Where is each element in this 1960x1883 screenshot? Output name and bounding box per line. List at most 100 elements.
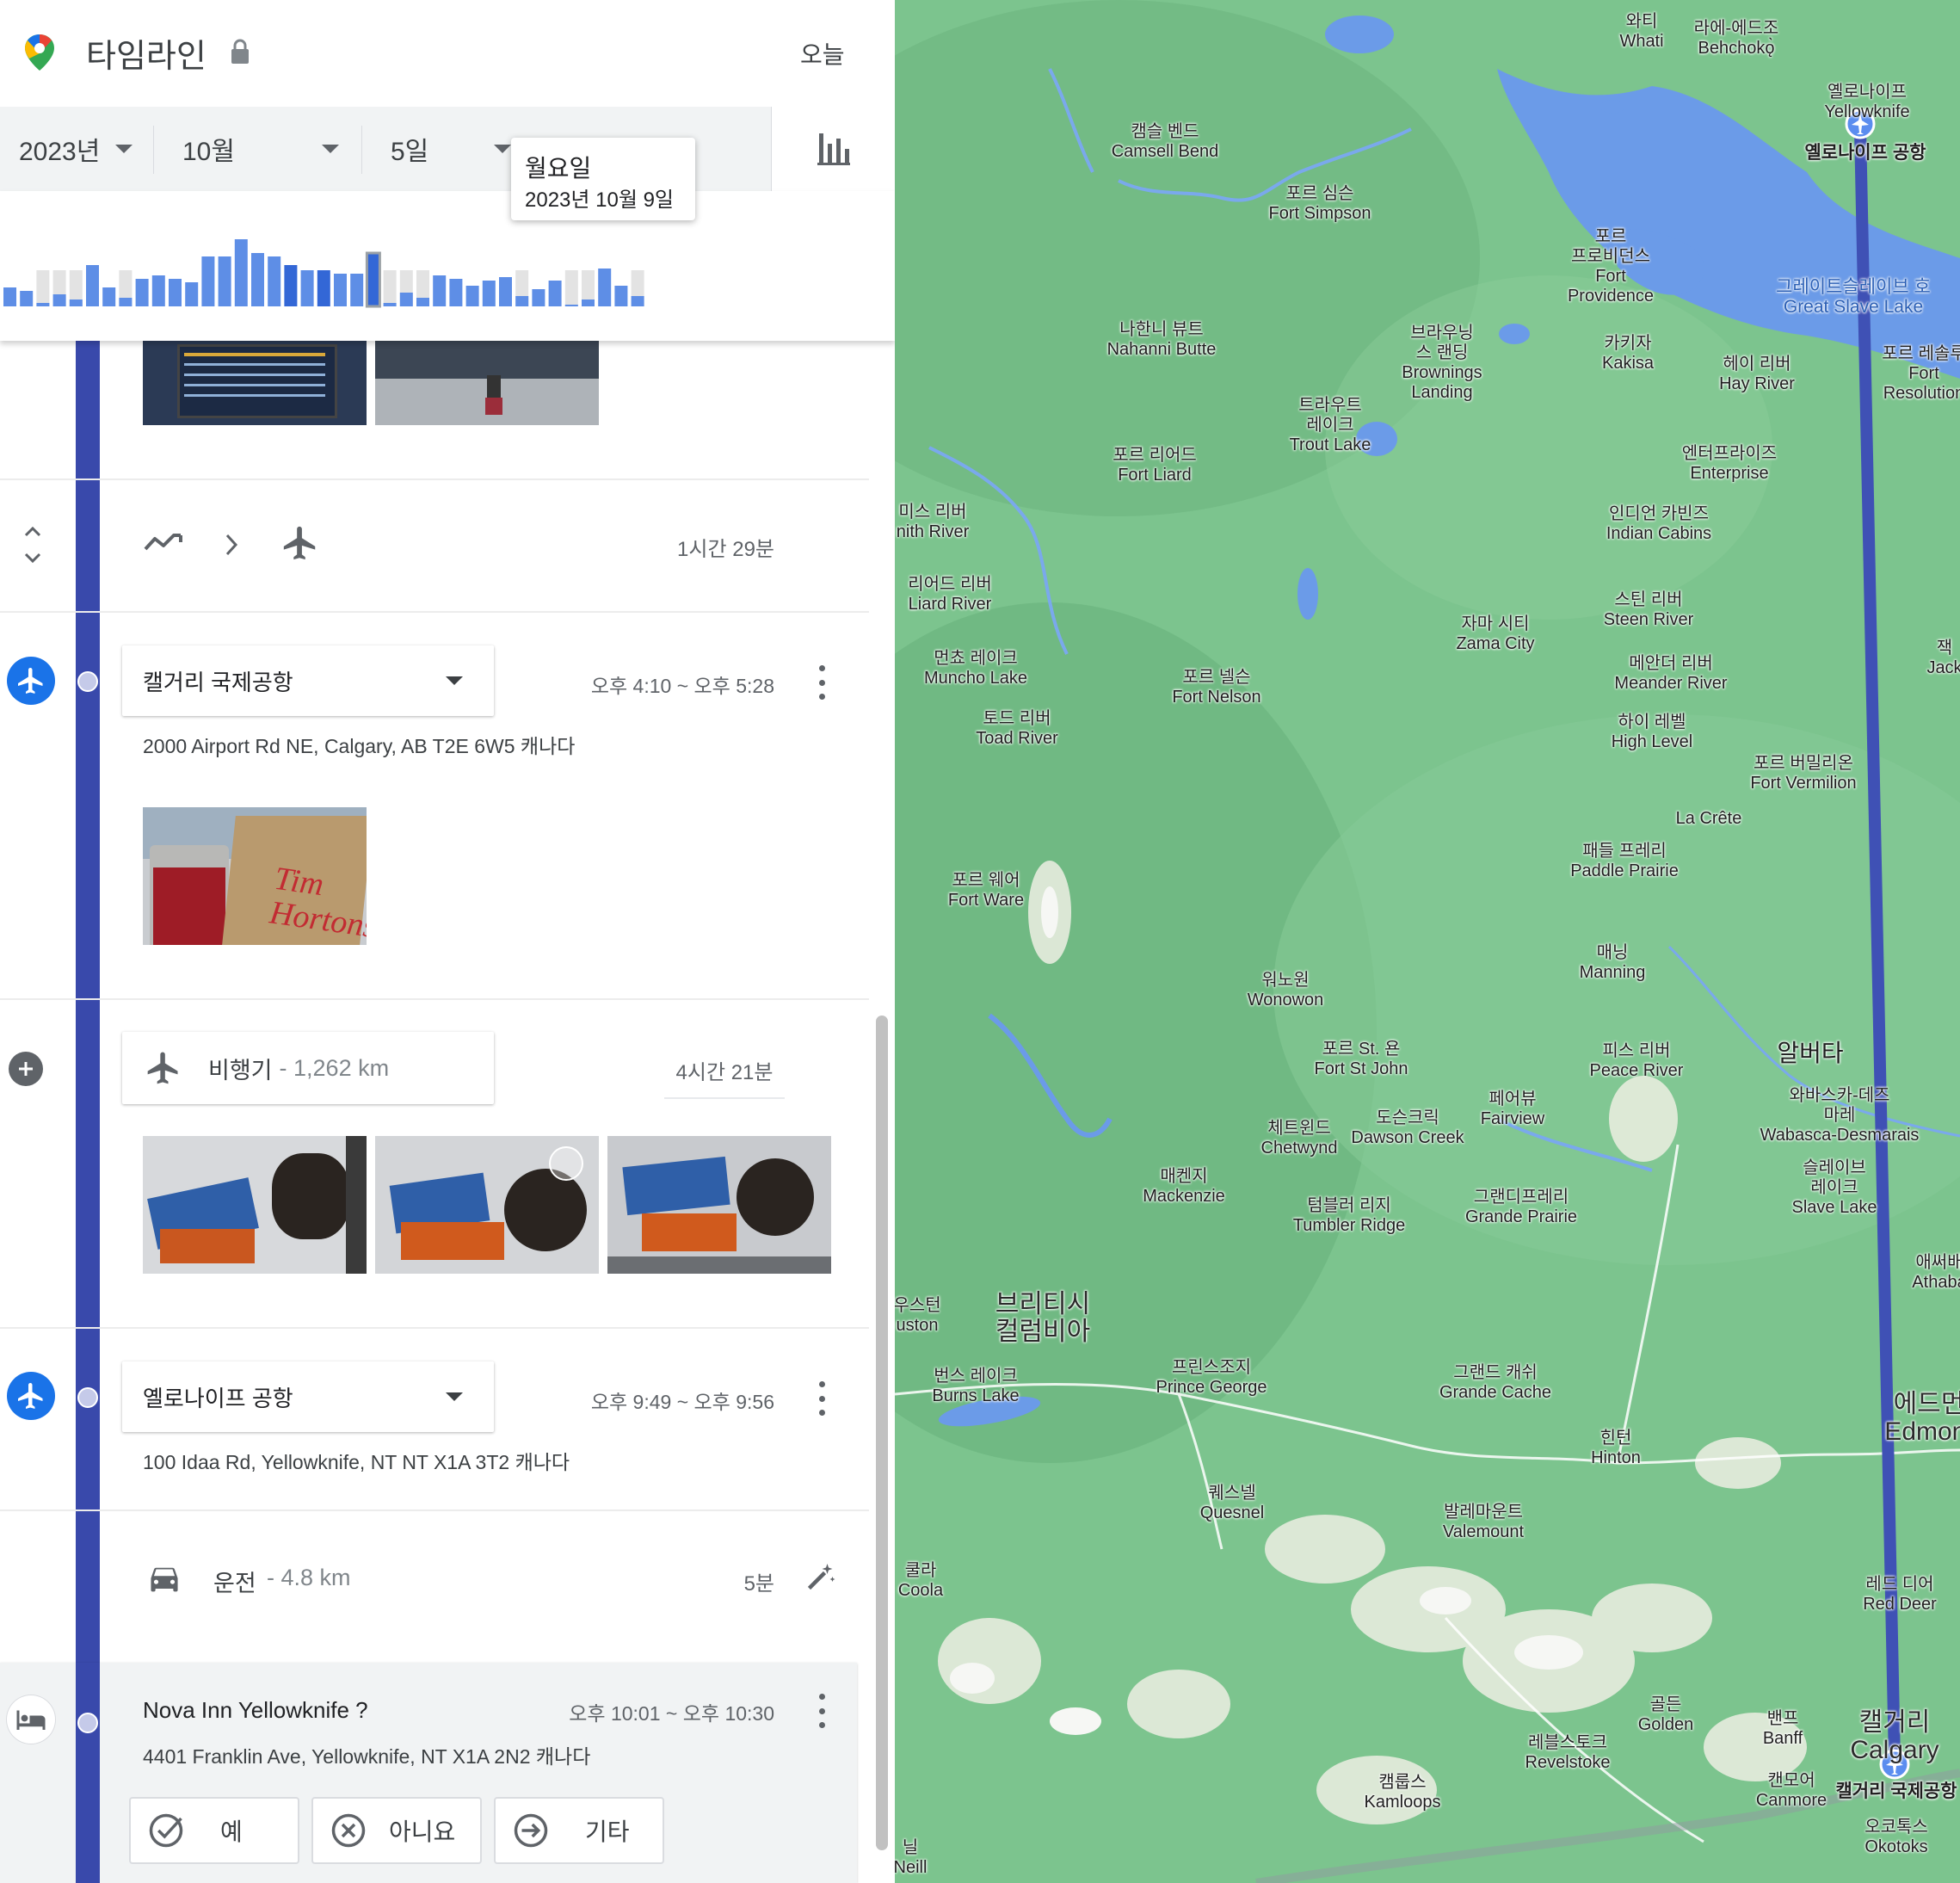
activity-selector-flight[interactable]: 비행기 - 1,262 km [122, 1032, 494, 1104]
expand-collapse-icon[interactable] [22, 523, 43, 566]
histogram-chart [3, 239, 644, 308]
map-label-text: 미스 리버 nith River [896, 503, 970, 541]
transition-duration: 1시간 29분 [677, 538, 774, 561]
confirm-no-button[interactable]: 아니요 [311, 1797, 482, 1864]
histogram-bar[interactable] [317, 270, 330, 306]
map-label-fort-vermilion: 포르 버밀리온 Fort Vermilion [1750, 754, 1856, 793]
map-label-bella-coola: 쿨라 Coola [898, 1561, 943, 1601]
histogram-bar[interactable] [416, 298, 429, 306]
tooltip-weekday: 월요일 [525, 155, 592, 182]
place-selector-calgary[interactable]: 캘거리 국제공항 [122, 645, 494, 716]
map-label-text: 캠슬 벤드 Camsell Bend [1111, 122, 1219, 161]
histogram-bar[interactable] [582, 299, 595, 306]
map-label-text: 스틴 리버 Steen River [1603, 590, 1694, 629]
histogram-bar[interactable] [383, 303, 397, 306]
map-label-steen-river: 스틴 리버 Steen River [1604, 590, 1694, 630]
timeline-stop-dot [77, 671, 98, 692]
magic-wand-icon[interactable] [805, 1561, 836, 1592]
histogram-bar[interactable] [300, 270, 314, 306]
histogram-bar[interactable] [151, 275, 165, 306]
map-label-brownings-landing: 브라우닝 스 랜딩 Brownings Landing [1402, 324, 1482, 403]
chevron-down-icon [115, 145, 133, 153]
more-options-icon[interactable] [809, 1381, 835, 1416]
activity-duration[interactable]: 4시간 21분 [664, 1055, 785, 1099]
histogram-bar[interactable] [218, 256, 231, 306]
histogram-bar[interactable] [20, 291, 34, 306]
histogram-bar[interactable] [482, 281, 496, 306]
histogram-bar[interactable] [234, 239, 248, 306]
photo-departure-board[interactable] [143, 341, 367, 425]
map-label-zama-city: 자마 시티 Zama City [1456, 614, 1534, 654]
histogram-bar[interactable] [334, 274, 347, 306]
map-label-prince-george: 프린스조지 Prince George [1156, 1358, 1267, 1398]
more-options-icon[interactable] [809, 1694, 835, 1728]
stats-button[interactable] [771, 107, 895, 191]
histogram-bar[interactable] [185, 282, 199, 306]
histogram-bar[interactable] [284, 265, 298, 306]
histogram-bar[interactable] [86, 265, 99, 306]
photo-terminal-hall[interactable] [375, 341, 599, 425]
tooltip-date: 2023년 10월 9일 [525, 188, 675, 212]
histogram-bar[interactable] [631, 296, 644, 306]
histogram-bar[interactable] [201, 256, 215, 306]
histogram-bar[interactable] [52, 294, 66, 306]
more-options-icon[interactable] [809, 665, 835, 700]
histogram-bar[interactable] [399, 293, 413, 306]
histogram-bar[interactable] [3, 287, 16, 306]
map-label-text: 와티 Whati [1619, 12, 1664, 51]
histogram-bar[interactable] [433, 275, 447, 306]
histogram-bar[interactable] [350, 274, 364, 306]
histogram-bar[interactable] [36, 303, 50, 306]
histogram-bar[interactable] [102, 287, 116, 306]
map-label-banff: 밴프 Banff [1763, 1709, 1803, 1749]
photo-inflight-snack-1[interactable] [143, 1136, 367, 1274]
visit-time: 오후 9:49 ~ 오후 9:56 [590, 1391, 774, 1413]
photo-inflight-snack-3[interactable] [607, 1136, 831, 1274]
map-label-toad-river: 토드 리버 Toad River [976, 709, 1058, 749]
today-button[interactable]: 오늘 [800, 36, 845, 71]
histogram-bar[interactable] [365, 251, 381, 308]
scrollbar[interactable] [876, 1016, 888, 1850]
selected-check-icon[interactable] [549, 1146, 583, 1181]
map-label-burns-lake: 번스 레이크 Burns Lake [932, 1367, 1019, 1406]
day-dropdown[interactable]: 5일 [391, 107, 511, 191]
histogram-bar[interactable] [515, 296, 529, 306]
histogram-bar[interactable] [169, 279, 182, 306]
photo-tim-hortons-cup[interactable]: Tim Hortons [143, 807, 367, 945]
histogram-bar[interactable] [564, 305, 578, 306]
airplane-icon [283, 526, 316, 560]
airplane-icon [18, 1383, 43, 1409]
histogram-bar[interactable] [119, 298, 133, 306]
car-icon [151, 1567, 178, 1592]
map-label-text: 엔터프라이즈 Enterprise [1681, 444, 1778, 483]
map-label-text: 쿨라 Coola [897, 1561, 944, 1600]
map-label-text: 포르 리어드 Fort Liard [1113, 446, 1197, 485]
year-dropdown[interactable]: 2023년 [19, 107, 133, 191]
chevron-down-icon [494, 145, 511, 153]
histogram-bar[interactable] [268, 256, 281, 306]
map-view[interactable]: 와티 Whati 라에-에드조 Behchokǫ̀ 옐로나이프 Yellowkn… [895, 0, 1960, 1883]
histogram-bar[interactable] [499, 277, 512, 306]
photo-inflight-snack-2[interactable] [375, 1136, 599, 1274]
month-dropdown[interactable]: 10월 [182, 107, 339, 191]
histogram-bar[interactable] [449, 279, 463, 306]
histogram-bar[interactable] [598, 269, 612, 306]
confirm-other-button[interactable]: 기타 [494, 1797, 664, 1864]
confirm-yes-button[interactable]: 예 [129, 1797, 299, 1864]
histogram-bar[interactable] [614, 286, 628, 306]
histogram-bar[interactable] [532, 289, 545, 306]
histogram-bar[interactable] [548, 281, 562, 306]
histogram-bar[interactable] [69, 299, 83, 306]
histogram-bar[interactable] [135, 279, 149, 306]
map-label-text: 캠룹스 Kamloops [1364, 1773, 1441, 1812]
map-label-calgary: 캘거리 Calgary [1850, 1709, 1938, 1764]
place-selector-yellowknife[interactable]: 옐로나이프 공항 [122, 1361, 494, 1432]
confirm-yes-label: 예 [220, 1818, 243, 1845]
hotel-name[interactable]: Nova Inn Yellowknife ? [143, 1697, 368, 1724]
map-label-revelstoke: 레블스토크 Revelstoke [1525, 1733, 1611, 1773]
bar-chart-icon [817, 133, 850, 165]
activity-histogram[interactable] [0, 191, 895, 341]
histogram-bar[interactable] [251, 253, 264, 306]
add-icon[interactable] [9, 1052, 43, 1086]
histogram-bar[interactable] [465, 286, 479, 306]
